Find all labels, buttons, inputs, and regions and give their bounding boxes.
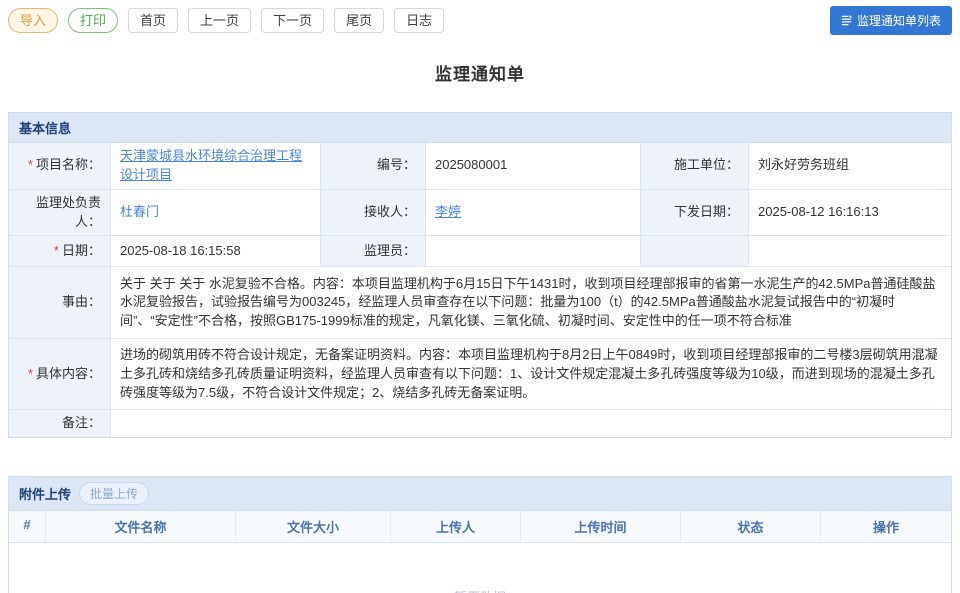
- basic-info-title: 基本信息: [19, 118, 71, 137]
- empty-data-text: 暂无数据: [454, 587, 506, 593]
- col-index: #: [9, 511, 46, 542]
- reason-value: 关于 关于 关于 水泥复验不合格。内容：本项目监理机构于6月15日下午1431时…: [111, 267, 951, 339]
- col-upload-time: 上传时间: [521, 511, 681, 542]
- import-button[interactable]: 导入: [8, 8, 58, 33]
- receiver-value: 李婷: [426, 190, 641, 237]
- receiver-label: 接收人：: [321, 190, 426, 237]
- remark-value: [111, 410, 951, 437]
- construction-unit-value: 刘永好劳务班组: [749, 143, 951, 190]
- attachments-panel: 附件上传 批量上传 # 文件名称 文件大小 上传人 上传时间 状态 操作 暂无数…: [8, 476, 952, 593]
- col-file-size: 文件大小: [236, 511, 391, 542]
- content-value: 进场的砌筑用砖不符合设计规定，无备案证明资料。内容：本项目监理机构于8月2日上午…: [111, 339, 951, 410]
- col-status: 状态: [681, 511, 821, 542]
- number-label: 编号：: [321, 143, 426, 190]
- supervision-head-value: 杜春门: [111, 190, 321, 237]
- reason-label: 事由：: [9, 267, 111, 339]
- attachments-table-header: # 文件名称 文件大小 上传人 上传时间 状态 操作: [9, 511, 951, 543]
- empty-label-cell: [641, 236, 749, 267]
- col-file-name: 文件名称: [46, 511, 236, 542]
- list-icon: [841, 15, 852, 26]
- supervisor-value: [426, 236, 641, 267]
- page-title: 监理通知单: [0, 60, 960, 85]
- col-actions: 操作: [821, 511, 951, 542]
- last-page-button[interactable]: 尾页: [334, 8, 384, 33]
- required-marker: *: [28, 156, 33, 175]
- attachments-header: 附件上传 批量上传: [9, 477, 951, 511]
- content-label: * 具体内容：: [9, 339, 111, 410]
- supervision-head-label: 监理处负责人：: [9, 190, 111, 237]
- empty-value-cell: [749, 236, 951, 267]
- issue-date-label: 下发日期：: [641, 190, 749, 237]
- construction-unit-label: 施工单位：: [641, 143, 749, 190]
- project-name-value: 天津蒙城县水环境综合治理工程设计项目: [111, 143, 321, 190]
- basic-info-panel: 基本信息 * 项目名称： 天津蒙城县水环境综合治理工程设计项目 编号： 2025…: [8, 112, 952, 438]
- attachments-title: 附件上传: [19, 484, 71, 503]
- next-page-button[interactable]: 下一页: [261, 8, 324, 33]
- date-label: * 日期：: [9, 236, 111, 267]
- issue-date-value: 2025-08-12 16:16:13: [749, 190, 951, 237]
- receiver-link[interactable]: 李婷: [435, 203, 461, 222]
- required-marker: *: [54, 242, 59, 261]
- remark-label: 备注：: [9, 410, 111, 437]
- number-value: 2025080001: [426, 143, 641, 190]
- notice-list-button-label: 监理通知单列表: [857, 12, 941, 29]
- prev-page-button[interactable]: 上一页: [188, 8, 251, 33]
- print-button[interactable]: 打印: [68, 8, 118, 33]
- project-name-label: * 项目名称：: [9, 143, 111, 190]
- date-value: 2025-08-18 16:15:58: [111, 236, 321, 267]
- notice-list-button[interactable]: 监理通知单列表: [830, 6, 952, 35]
- attachments-empty-area: 暂无数据: [9, 543, 951, 593]
- home-page-button[interactable]: 首页: [128, 8, 178, 33]
- basic-info-header: 基本信息: [9, 113, 951, 143]
- supervision-head-link[interactable]: 杜春门: [120, 203, 159, 222]
- project-name-link[interactable]: 天津蒙城县水环境综合治理工程设计项目: [120, 147, 311, 185]
- required-marker: *: [28, 365, 33, 384]
- col-uploader: 上传人: [391, 511, 521, 542]
- log-button[interactable]: 日志: [394, 8, 444, 33]
- toolbar: 导入 打印 首页 上一页 下一页 尾页 日志 监理通知单列表: [0, 0, 960, 40]
- batch-upload-button[interactable]: 批量上传: [79, 482, 149, 505]
- supervisor-label: 监理员：: [321, 236, 426, 267]
- basic-info-grid: * 项目名称： 天津蒙城县水环境综合治理工程设计项目 编号： 202508000…: [9, 143, 951, 437]
